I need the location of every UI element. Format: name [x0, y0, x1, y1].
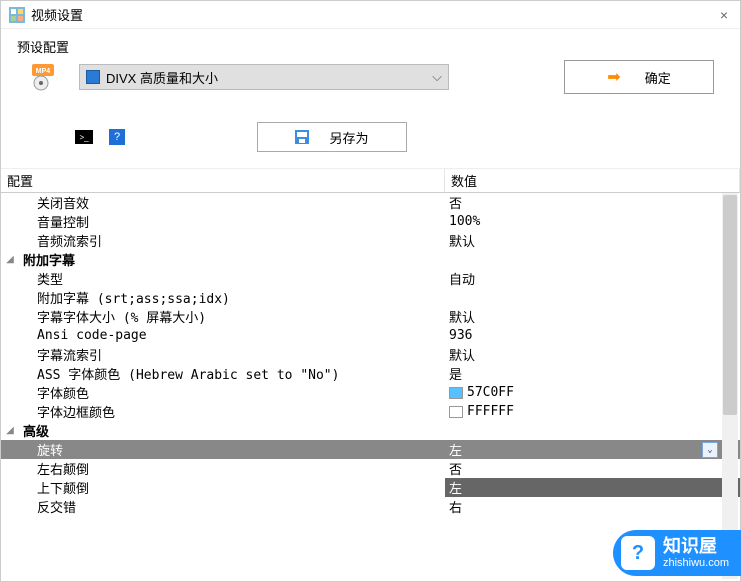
- titlebar: 视频设置 ×: [1, 1, 740, 29]
- film-icon: [86, 70, 100, 84]
- grid-row[interactable]: ASS 字体颜色 (Hebrew Arabic set to "No")是: [1, 364, 740, 383]
- row-value[interactable]: 57C0FF: [445, 385, 740, 400]
- row-value-text: 自动: [449, 269, 475, 288]
- row-value-text: 右: [449, 497, 462, 516]
- arrow-right-icon: ➡: [607, 67, 620, 87]
- row-name: 音量控制: [19, 212, 445, 231]
- row-value[interactable]: 默认: [445, 231, 740, 250]
- row-value-text: 否: [449, 193, 462, 212]
- row-value-text: 默认: [449, 345, 475, 364]
- grid-row[interactable]: 字体颜色 57C0FF: [1, 383, 740, 402]
- row-name: ASS 字体颜色 (Hebrew Arabic set to "No"): [19, 364, 445, 383]
- grid-row[interactable]: 左右颠倒否: [1, 459, 740, 478]
- row-name: 类型: [19, 269, 445, 288]
- scrollbar[interactable]: [722, 193, 738, 579]
- row-value[interactable]: 左: [445, 478, 740, 497]
- row-value[interactable]: 否: [445, 193, 740, 212]
- row-value[interactable]: FFFFFF: [445, 404, 740, 419]
- color-swatch: [449, 406, 463, 418]
- row-expander[interactable]: ◢: [1, 254, 19, 265]
- row-value-text: 否: [449, 459, 462, 478]
- grid-body: 关闭音效否音量控制100%音频流索引默认◢附加字幕类型自动附加字幕 (srt;a…: [1, 193, 740, 516]
- row-name: 关闭音效: [19, 193, 445, 212]
- row-name: 反交错: [19, 497, 445, 516]
- grid-row[interactable]: 类型自动: [1, 269, 740, 288]
- row-value-text: 57C0FF: [467, 385, 514, 400]
- console-icon[interactable]: >_: [75, 130, 93, 144]
- preset-selected-text: DIVX 高质量和大小: [106, 68, 432, 87]
- grid-row[interactable]: 字幕字体大小 (% 屏幕大小)默认: [1, 307, 740, 326]
- watermark-title: 知识屋: [663, 537, 729, 557]
- grid-row[interactable]: 附加字幕 (srt;ass;ssa;idx): [1, 288, 740, 307]
- row-name: 高级: [19, 421, 445, 440]
- row-value-text: 左: [449, 478, 462, 497]
- col-header-value[interactable]: 数值: [445, 169, 740, 192]
- row-value[interactable]: 右: [445, 497, 740, 516]
- row-name: 字体边框颜色: [19, 402, 445, 421]
- chevron-down-icon: ⌵: [432, 69, 442, 85]
- grid-header: 配置 数值: [1, 169, 740, 193]
- row-value[interactable]: 否: [445, 459, 740, 478]
- row-name: 附加字幕 (srt;ass;ssa;idx): [19, 288, 445, 307]
- preset-label: 预设配置: [17, 37, 724, 56]
- dropdown-arrow-icon[interactable]: ⌄: [702, 442, 718, 458]
- row-value-text: 100%: [449, 214, 480, 229]
- watermark-icon: ?: [621, 536, 655, 570]
- watermark: ? 知识屋 zhishiwu.com: [613, 530, 741, 576]
- grid-row[interactable]: 旋转左⌄: [1, 440, 740, 459]
- ok-button[interactable]: ➡ 确定: [564, 60, 714, 94]
- row-value-text: 936: [449, 328, 472, 343]
- grid-row[interactable]: 音频流索引默认: [1, 231, 740, 250]
- grid-row[interactable]: Ansi code-page 936: [1, 326, 740, 345]
- grid-row[interactable]: 字体边框颜色 FFFFFF: [1, 402, 740, 421]
- row-name: 音频流索引: [19, 231, 445, 250]
- row-value[interactable]: 是: [445, 364, 740, 383]
- settings-grid: 配置 数值 关闭音效否音量控制100%音频流索引默认◢附加字幕类型自动附加字幕 …: [1, 169, 740, 581]
- row-value[interactable]: 100%: [445, 214, 740, 229]
- row-name: Ansi code-page: [19, 328, 445, 343]
- row-value-text: FFFFFF: [467, 404, 514, 419]
- row-value[interactable]: 默认: [445, 307, 740, 326]
- ok-button-label: 确定: [645, 68, 671, 87]
- row-name: 字体颜色: [19, 383, 445, 402]
- row-name: 字幕流索引: [19, 345, 445, 364]
- col-header-config[interactable]: 配置: [1, 169, 445, 192]
- help-icon[interactable]: ?: [109, 129, 125, 145]
- grid-row[interactable]: ◢附加字幕: [1, 250, 740, 269]
- row-value[interactable]: 默认: [445, 345, 740, 364]
- row-value-text: 默认: [449, 307, 475, 326]
- grid-row[interactable]: ◢高级: [1, 421, 740, 440]
- save-as-label: 另存为: [329, 128, 368, 147]
- save-as-button[interactable]: 另存为: [257, 122, 407, 152]
- grid-row[interactable]: 关闭音效否: [1, 193, 740, 212]
- row-value[interactable]: 936: [445, 328, 740, 343]
- app-icon: [9, 7, 25, 23]
- grid-row[interactable]: 上下颠倒左: [1, 478, 740, 497]
- grid-row[interactable]: 字幕流索引默认: [1, 345, 740, 364]
- row-name: 附加字幕: [19, 250, 445, 269]
- save-icon: [295, 130, 309, 144]
- grid-row[interactable]: 反交错右: [1, 497, 740, 516]
- scrollbar-thumb[interactable]: [723, 195, 737, 415]
- row-value-text: 左: [449, 440, 462, 459]
- mp4-icon: MP4: [31, 63, 59, 91]
- row-value-text: 是: [449, 364, 462, 383]
- preset-dropdown[interactable]: DIVX 高质量和大小 ⌵: [79, 64, 449, 90]
- row-expander[interactable]: ◢: [1, 425, 19, 436]
- row-name: 左右颠倒: [19, 459, 445, 478]
- row-value-text: 默认: [449, 231, 475, 250]
- svg-text:MP4: MP4: [36, 68, 51, 75]
- color-swatch: [449, 387, 463, 399]
- window-title: 视频设置: [31, 5, 716, 24]
- row-name: 字幕字体大小 (% 屏幕大小): [19, 307, 445, 326]
- grid-row[interactable]: 音量控制 100%: [1, 212, 740, 231]
- row-value[interactable]: 自动: [445, 269, 740, 288]
- row-value[interactable]: 左⌄: [445, 440, 740, 459]
- row-name: 旋转: [19, 440, 445, 459]
- watermark-url: zhishiwu.com: [663, 557, 729, 569]
- row-name: 上下颠倒: [19, 478, 445, 497]
- close-button[interactable]: ×: [716, 7, 732, 23]
- preset-section: 预设配置 MP4 DIVX 高质量和大小 ⌵ ➡ 确定 >_ ? 另存为: [1, 29, 740, 169]
